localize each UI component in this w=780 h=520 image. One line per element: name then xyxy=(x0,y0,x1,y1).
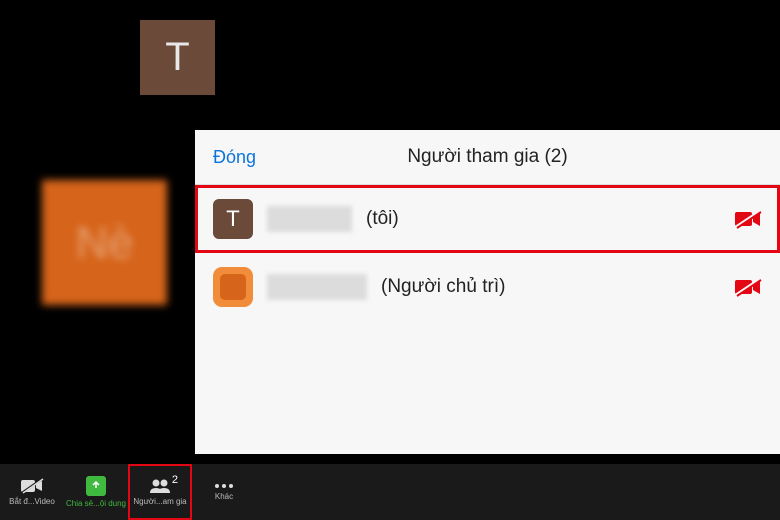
participant-name-redacted xyxy=(267,274,367,300)
avatar xyxy=(213,267,253,307)
participants-panel: Đóng Người tham gia (2) T (tôi) (Người c… xyxy=(195,130,780,454)
toolbar-video-button[interactable]: Bắt đ...Video xyxy=(0,464,64,520)
panel-header: Đóng Người tham gia (2) xyxy=(195,130,780,185)
panel-title: Người tham gia (2) xyxy=(407,146,567,168)
camera-off-icon xyxy=(734,277,762,297)
video-off-icon xyxy=(20,478,44,494)
participant-suffix: (tôi) xyxy=(366,208,399,230)
participant-suffix: (Người chủ trì) xyxy=(381,276,505,298)
close-button[interactable]: Đóng xyxy=(213,147,256,168)
avatar-initial: T xyxy=(226,206,239,232)
participants-icon xyxy=(148,478,172,494)
toolbar-label: Người...am gia xyxy=(133,497,186,506)
camera-off-icon xyxy=(734,209,762,229)
toolbar-label: Khác xyxy=(215,492,233,501)
toolbar-label: Bắt đ...Video xyxy=(9,497,55,506)
toolbar-label: Chia sẻ...ội dung xyxy=(66,499,126,508)
toolbar-more-button[interactable]: Khác xyxy=(192,464,256,520)
participants-count-badge: 2 xyxy=(172,474,178,486)
participant-row-host[interactable]: (Người chủ trì) xyxy=(195,253,780,321)
avatar: T xyxy=(213,199,253,239)
video-tile-host[interactable]: Nè xyxy=(42,180,167,305)
video-tile-self[interactable]: T xyxy=(140,20,215,95)
tile-initial: T xyxy=(165,35,189,80)
more-icon xyxy=(214,483,234,489)
toolbar-participants-button[interactable]: 2 Người...am gia xyxy=(128,464,192,520)
participant-name-redacted xyxy=(267,206,352,232)
toolbar: Bắt đ...Video Chia sẻ...ội dung 2 Người.… xyxy=(0,464,780,520)
toolbar-share-button[interactable]: Chia sẻ...ội dung xyxy=(64,464,128,520)
tile-initial: Nè xyxy=(76,217,134,269)
share-icon xyxy=(86,476,106,496)
participant-row-self[interactable]: T (tôi) xyxy=(195,185,780,253)
